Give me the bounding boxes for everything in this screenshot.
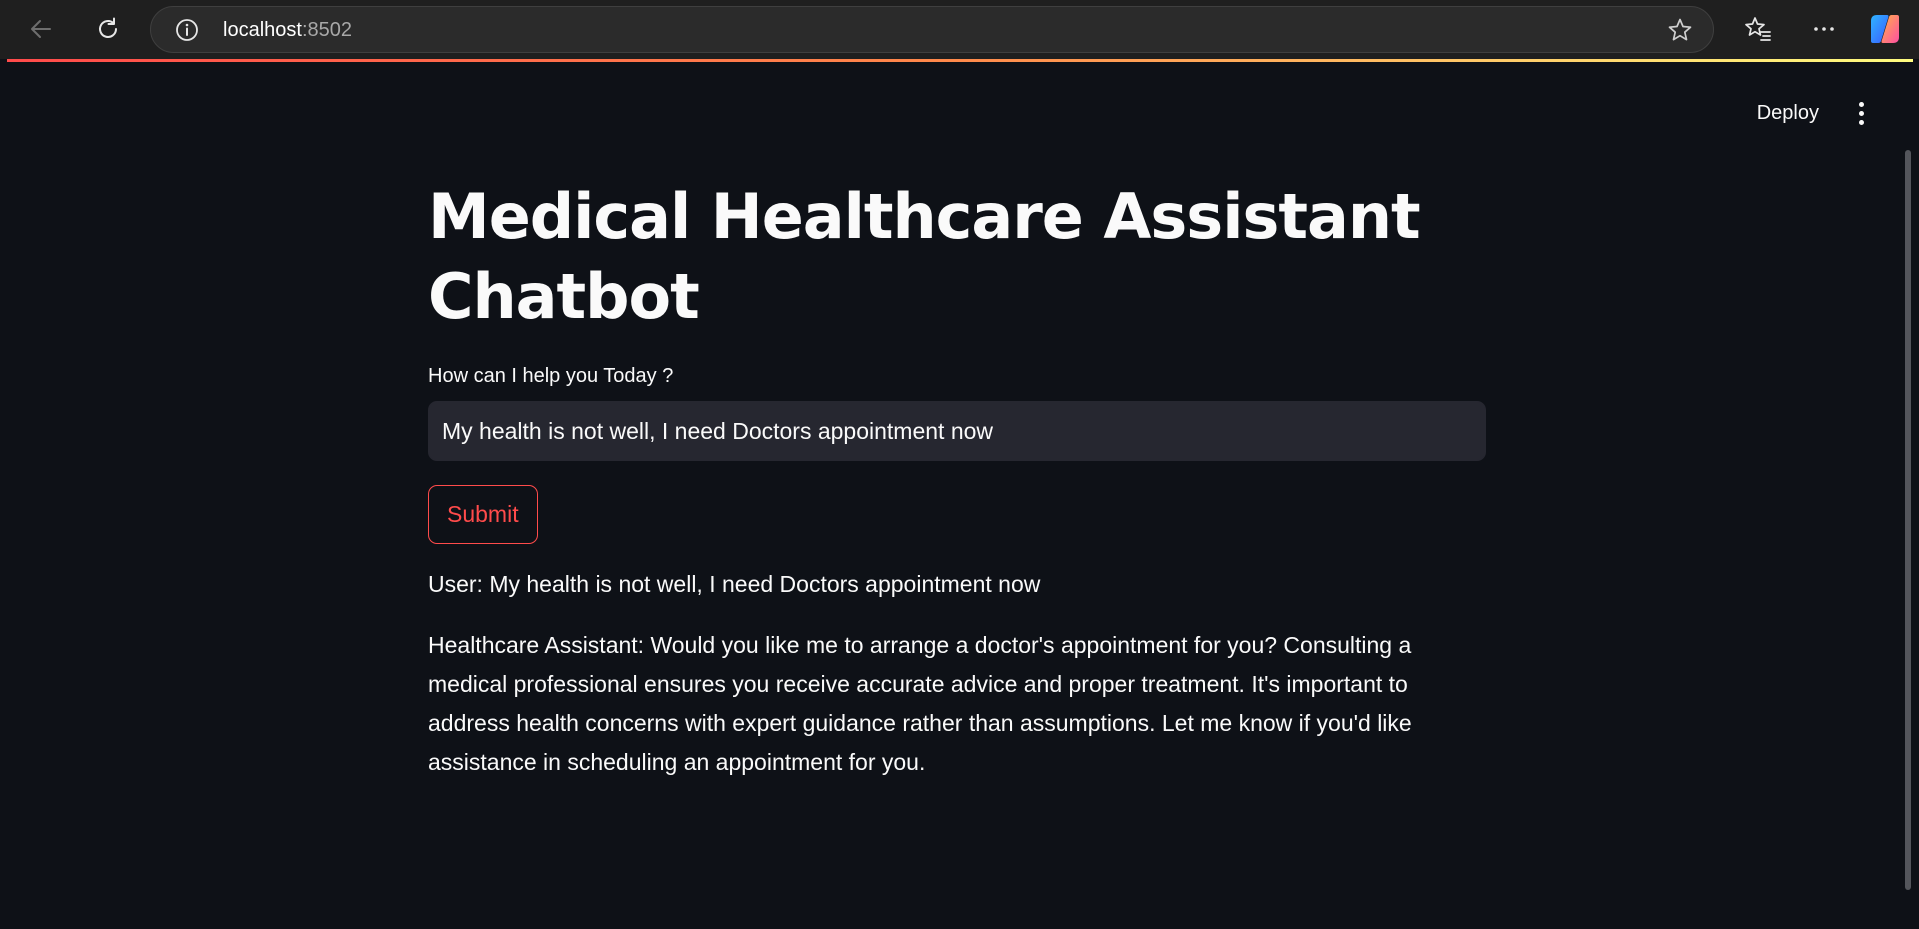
- star-icon[interactable]: [1667, 17, 1693, 43]
- back-arrow-icon: [31, 20, 51, 38]
- reload-button[interactable]: [90, 11, 126, 47]
- url-text[interactable]: localhost:8502: [223, 19, 352, 42]
- info-icon[interactable]: [175, 18, 199, 42]
- more-icon: [1814, 27, 1834, 31]
- address-bar[interactable]: localhost:8502: [150, 6, 1714, 53]
- url-port: :8502: [301, 19, 352, 41]
- main-content: Medical Healthcare Assistant Chatbot How…: [428, 177, 1486, 782]
- favorites-icon: [1745, 17, 1771, 41]
- submit-button[interactable]: Submit: [428, 485, 538, 544]
- more-button[interactable]: [1806, 11, 1842, 47]
- back-button[interactable]: [23, 11, 59, 47]
- input-label: How can I help you Today ?: [428, 365, 674, 387]
- question-input[interactable]: My health is not well, I need Doctors ap…: [428, 401, 1486, 461]
- scrollbar[interactable]: [1905, 150, 1911, 890]
- copilot-button[interactable]: [1867, 11, 1903, 47]
- copilot-icon: [1871, 15, 1899, 43]
- deploy-button[interactable]: Deploy: [1747, 96, 1829, 131]
- reload-icon: [99, 17, 117, 38]
- user-message: User: My health is not well, I need Doct…: [428, 571, 1041, 597]
- assistant-message: Healthcare Assistant: Would you like me …: [428, 632, 1412, 775]
- favorites-button[interactable]: [1740, 11, 1776, 47]
- url-host: localhost: [223, 19, 302, 41]
- question-input-value: My health is not well, I need Doctors ap…: [442, 417, 994, 444]
- app-container: Deploy Medical Healthcare Assistant Chat…: [7, 62, 1913, 929]
- page-title: Medical Healthcare Assistant Chatbot: [428, 180, 1421, 333]
- browser-toolbar: localhost:8502: [0, 0, 1919, 59]
- main-menu-icon[interactable]: [1849, 98, 1873, 128]
